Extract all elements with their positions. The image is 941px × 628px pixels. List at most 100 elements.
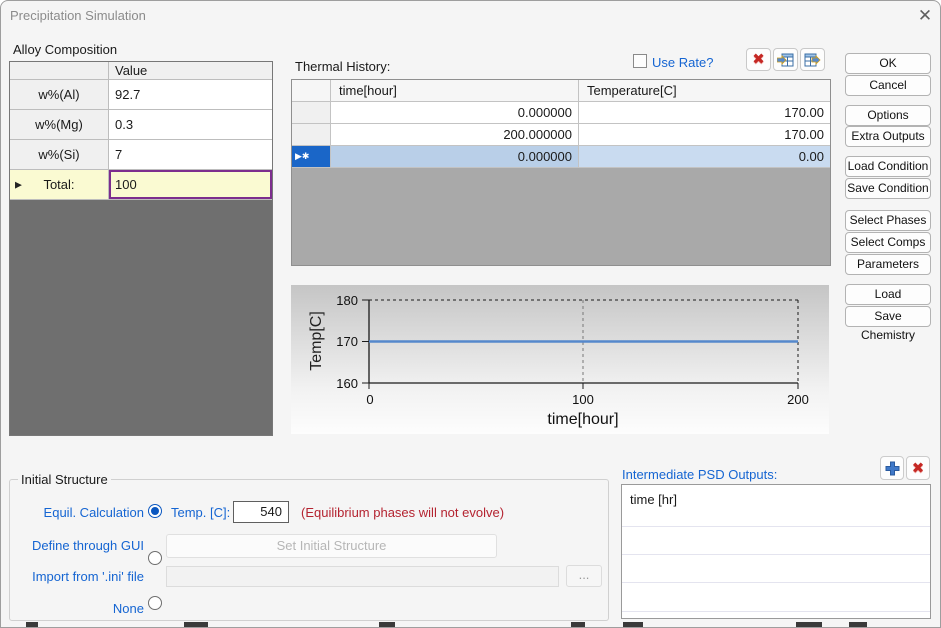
x-axis-label: time[hour] — [547, 411, 618, 428]
use-rate-label: Use Rate? — [652, 55, 713, 70]
psd-outputs-list[interactable]: time [hr] — [621, 484, 931, 619]
clipped-bottom-content — [623, 622, 643, 627]
thermal-profile-chart: 180 170 160 0 100 200 time[hour] Temp[C] — [291, 285, 829, 434]
option-none-label: None — [9, 601, 144, 616]
option-equil-calculation-label: Equil. Calculation — [9, 505, 144, 520]
alloy-row-label: w%(Al) — [10, 80, 109, 109]
temp-c-label: Temp. [C]: — [171, 505, 230, 520]
alloy-value-cell[interactable]: 92.7 — [109, 80, 272, 109]
save-chemistry-button[interactable]: Save Chemistry — [845, 306, 931, 327]
alloy-value-cell[interactable]: 0.3 — [109, 110, 272, 139]
list-separator — [622, 582, 930, 583]
time-cell[interactable]: 0.000000 — [331, 146, 579, 167]
thermal-header-corner — [292, 80, 331, 101]
define-gui-radio[interactable] — [148, 551, 162, 565]
load-chemistry-button[interactable]: Load Chemistry — [845, 284, 931, 305]
import-ini-radio[interactable] — [148, 596, 162, 610]
clipped-bottom-content — [26, 622, 38, 627]
temperature-cell[interactable]: 0.00 — [579, 146, 830, 167]
x-tick-label: 100 — [572, 392, 594, 407]
y-axis-label: Temp[C] — [308, 311, 325, 371]
temperature-cell[interactable]: 170.00 — [579, 102, 830, 123]
x-tick-label: 0 — [366, 392, 373, 407]
table-row: 0.000000 170.00 — [292, 102, 830, 124]
ini-file-path-input[interactable] — [166, 566, 559, 587]
extra-outputs-button[interactable]: Extra Outputs — [845, 126, 931, 147]
add-psd-output-button[interactable] — [880, 456, 904, 480]
save-condition-button[interactable]: Save Condition — [845, 178, 931, 199]
delete-x-icon: ✖ — [752, 52, 765, 67]
cancel-button[interactable]: Cancel — [845, 75, 931, 96]
thermal-col-time: time[hour] — [331, 80, 579, 101]
alloy-total-value-cell[interactable]: 100 — [109, 170, 272, 199]
list-separator — [622, 611, 930, 612]
browse-button[interactable]: ... — [566, 565, 602, 587]
current-row-marker-icon: ▶ — [15, 179, 22, 190]
time-cell[interactable]: 0.000000 — [331, 102, 579, 123]
import-table-button[interactable] — [773, 48, 798, 71]
row-header-cell[interactable] — [292, 102, 331, 123]
table-row: 200.000000 170.00 — [292, 124, 830, 146]
equilibrium-note: (Equilibrium phases will not evolve) — [301, 505, 504, 520]
clipped-bottom-content — [796, 622, 822, 627]
table-row: w%(Mg) 0.3 — [10, 110, 272, 140]
alloy-total-row: ▶ Total: 100 — [10, 170, 272, 200]
option-define-gui-label: Define through GUI — [9, 538, 144, 553]
y-tick-label: 180 — [336, 293, 358, 308]
chart-canvas: 180 170 160 0 100 200 time[hour] Temp[C] — [291, 285, 829, 434]
equil-calculation-radio[interactable] — [148, 504, 162, 518]
alloy-composition-label: Alloy Composition — [13, 42, 117, 57]
list-separator — [622, 526, 930, 527]
dialog-title: Precipitation Simulation — [10, 8, 146, 23]
delete-row-button[interactable]: ✖ — [746, 48, 771, 71]
thermal-header-row: time[hour] Temperature[C] — [292, 80, 830, 102]
load-condition-button[interactable]: Load Condition — [845, 156, 931, 177]
precipitation-simulation-dialog: Precipitation Simulation ✕ Alloy Composi… — [0, 0, 941, 628]
export-table-button[interactable] — [800, 48, 825, 71]
alloy-header-corner — [10, 62, 109, 79]
alloy-header-value: Value — [109, 62, 272, 79]
y-tick-label: 160 — [336, 376, 358, 391]
select-phases-button[interactable]: Select Phases — [845, 210, 931, 231]
set-initial-structure-button[interactable]: Set Initial Structure — [166, 534, 497, 558]
alloy-total-text: Total: — [43, 177, 74, 192]
list-separator — [622, 554, 930, 555]
remove-psd-output-button[interactable]: ✖ — [906, 456, 930, 480]
y-tick-label: 170 — [336, 334, 358, 349]
plus-icon — [885, 461, 900, 476]
alloy-total-label: ▶ Total: — [10, 170, 109, 199]
parameters-button[interactable]: Parameters — [845, 254, 931, 275]
thermal-history-label: Thermal History: — [295, 59, 390, 74]
psd-outputs-label: Intermediate PSD Outputs: — [622, 467, 777, 482]
alloy-row-label: w%(Mg) — [10, 110, 109, 139]
temperature-cell[interactable]: 170.00 — [579, 124, 830, 145]
export-table-icon — [804, 53, 821, 67]
close-icon[interactable]: ✕ — [912, 4, 938, 28]
alloy-row-label: w%(Si) — [10, 140, 109, 169]
table-row-selected: ▶✱ 0.000000 0.00 — [292, 146, 830, 168]
table-row: w%(Si) 7 — [10, 140, 272, 170]
clipped-bottom-content — [849, 622, 867, 627]
new-row-marker-icon[interactable]: ▶✱ — [292, 146, 331, 167]
thermal-col-temperature: Temperature[C] — [579, 80, 830, 101]
x-tick-label: 200 — [787, 392, 809, 407]
use-rate-checkbox[interactable] — [633, 54, 647, 68]
select-comps-button[interactable]: Select Comps — [845, 232, 931, 253]
alloy-value-cell[interactable]: 7 — [109, 140, 272, 169]
alloy-composition-table: Value w%(Al) 92.7 w%(Mg) 0.3 w%(Si) 7 ▶ … — [9, 61, 273, 436]
row-header-cell[interactable] — [292, 124, 331, 145]
temp-c-input[interactable]: 540 — [233, 501, 289, 523]
alloy-header-row: Value — [10, 62, 272, 80]
ok-button[interactable]: OK — [845, 53, 931, 74]
option-import-ini-label: Import from '.ini' file — [9, 569, 144, 584]
clipped-bottom-content — [571, 622, 585, 627]
table-row: w%(Al) 92.7 — [10, 80, 272, 110]
thermal-history-table: time[hour] Temperature[C] 0.000000 170.0… — [291, 79, 831, 266]
psd-list-header: time [hr] — [622, 485, 930, 507]
options-button[interactable]: Options — [845, 105, 931, 126]
initial-structure-label: Initial Structure — [18, 472, 111, 487]
import-table-icon — [777, 53, 794, 67]
delete-x-icon: ✖ — [912, 461, 925, 476]
clipped-bottom-content — [184, 622, 208, 627]
time-cell[interactable]: 200.000000 — [331, 124, 579, 145]
